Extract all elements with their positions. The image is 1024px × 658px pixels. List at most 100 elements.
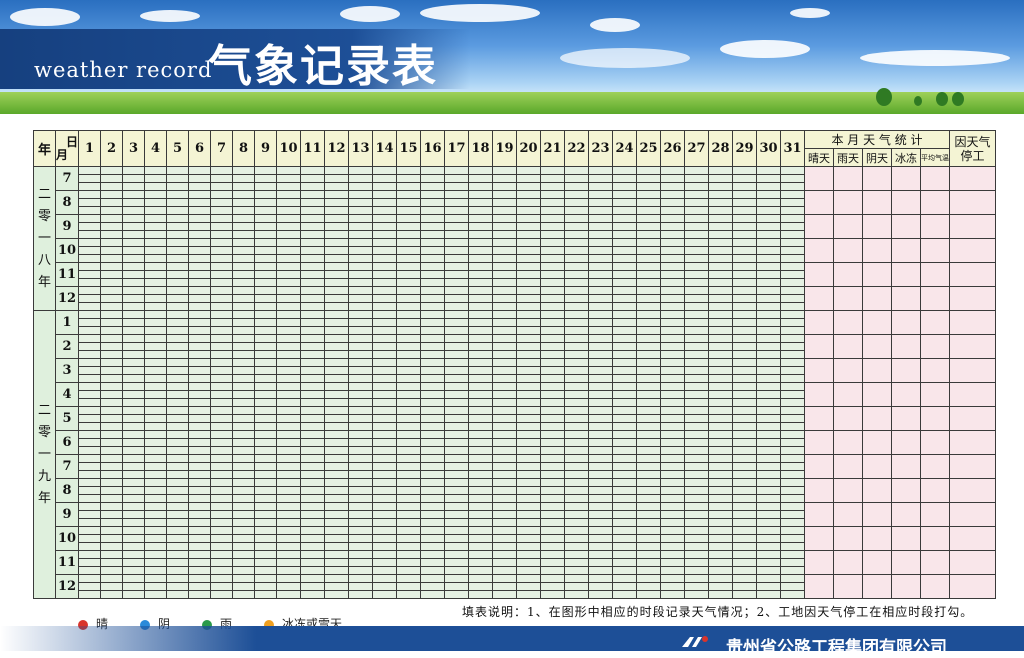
weather-slot-cell[interactable]	[78, 454, 101, 463]
weather-slot-cell[interactable]	[100, 534, 123, 543]
weather-slot-cell[interactable]	[492, 318, 517, 327]
weather-slot-cell[interactable]	[100, 430, 123, 439]
weather-slot-cell[interactable]	[516, 262, 541, 271]
weather-slot-cell[interactable]	[588, 286, 613, 295]
weather-slot-cell[interactable]	[444, 526, 469, 535]
weather-slot-cell[interactable]	[78, 494, 101, 503]
weather-slot-cell[interactable]	[144, 326, 167, 335]
weather-slot-cell[interactable]	[588, 462, 613, 471]
weather-slot-cell[interactable]	[276, 494, 301, 503]
weather-slot-cell[interactable]	[564, 238, 589, 247]
weather-slot-cell[interactable]	[210, 502, 233, 511]
weather-slot-cell[interactable]	[188, 214, 211, 223]
stats-value-cell[interactable]	[833, 190, 863, 215]
weather-slot-cell[interactable]	[708, 454, 733, 463]
weather-slot-cell[interactable]	[684, 310, 709, 319]
weather-slot-cell[interactable]	[166, 214, 189, 223]
weather-slot-cell[interactable]	[100, 206, 123, 215]
weather-slot-cell[interactable]	[444, 190, 469, 199]
weather-slot-cell[interactable]	[372, 462, 397, 471]
weather-slot-cell[interactable]	[468, 382, 493, 391]
weather-slot-cell[interactable]	[660, 550, 685, 559]
weather-slot-cell[interactable]	[708, 534, 733, 543]
weather-slot-cell[interactable]	[492, 358, 517, 367]
weather-slot-cell[interactable]	[166, 294, 189, 303]
weather-slot-cell[interactable]	[756, 486, 781, 495]
weather-slot-cell[interactable]	[756, 214, 781, 223]
weather-slot-cell[interactable]	[122, 590, 145, 599]
weather-slot-cell[interactable]	[188, 230, 211, 239]
weather-slot-cell[interactable]	[468, 262, 493, 271]
weather-slot-cell[interactable]	[612, 398, 637, 407]
weather-slot-cell[interactable]	[732, 582, 757, 591]
weather-slot-cell[interactable]	[232, 438, 255, 447]
weather-slot-cell[interactable]	[732, 422, 757, 431]
weather-slot-cell[interactable]	[348, 566, 373, 575]
weather-slot-cell[interactable]	[540, 534, 565, 543]
weather-slot-cell[interactable]	[756, 270, 781, 279]
weather-slot-cell[interactable]	[100, 278, 123, 287]
stats-value-cell[interactable]	[920, 262, 950, 287]
stop-work-cell[interactable]	[949, 502, 996, 527]
stats-value-cell[interactable]	[804, 526, 834, 551]
weather-slot-cell[interactable]	[300, 478, 325, 487]
weather-slot-cell[interactable]	[122, 494, 145, 503]
weather-slot-cell[interactable]	[732, 182, 757, 191]
weather-slot-cell[interactable]	[166, 430, 189, 439]
weather-slot-cell[interactable]	[756, 358, 781, 367]
weather-slot-cell[interactable]	[444, 350, 469, 359]
weather-slot-cell[interactable]	[100, 526, 123, 535]
weather-slot-cell[interactable]	[492, 222, 517, 231]
weather-slot-cell[interactable]	[324, 254, 349, 263]
weather-slot-cell[interactable]	[660, 342, 685, 351]
weather-slot-cell[interactable]	[166, 374, 189, 383]
weather-slot-cell[interactable]	[276, 510, 301, 519]
weather-slot-cell[interactable]	[232, 430, 255, 439]
weather-slot-cell[interactable]	[564, 438, 589, 447]
weather-slot-cell[interactable]	[612, 446, 637, 455]
stats-value-cell[interactable]	[920, 310, 950, 335]
weather-slot-cell[interactable]	[780, 510, 805, 519]
weather-slot-cell[interactable]	[372, 350, 397, 359]
weather-slot-cell[interactable]	[78, 318, 101, 327]
weather-slot-cell[interactable]	[276, 350, 301, 359]
weather-slot-cell[interactable]	[144, 534, 167, 543]
weather-slot-cell[interactable]	[732, 574, 757, 583]
weather-slot-cell[interactable]	[444, 262, 469, 271]
weather-slot-cell[interactable]	[210, 358, 233, 367]
weather-slot-cell[interactable]	[348, 246, 373, 255]
weather-slot-cell[interactable]	[232, 406, 255, 415]
weather-slot-cell[interactable]	[564, 510, 589, 519]
weather-slot-cell[interactable]	[166, 582, 189, 591]
weather-slot-cell[interactable]	[468, 526, 493, 535]
weather-slot-cell[interactable]	[300, 502, 325, 511]
weather-slot-cell[interactable]	[660, 294, 685, 303]
weather-slot-cell[interactable]	[492, 342, 517, 351]
weather-slot-cell[interactable]	[324, 582, 349, 591]
weather-slot-cell[interactable]	[232, 350, 255, 359]
weather-slot-cell[interactable]	[188, 438, 211, 447]
weather-slot-cell[interactable]	[166, 302, 189, 311]
weather-slot-cell[interactable]	[324, 318, 349, 327]
weather-slot-cell[interactable]	[780, 246, 805, 255]
weather-slot-cell[interactable]	[324, 262, 349, 271]
weather-slot-cell[interactable]	[100, 190, 123, 199]
stop-work-cell[interactable]	[949, 310, 996, 335]
weather-slot-cell[interactable]	[348, 558, 373, 567]
weather-slot-cell[interactable]	[210, 350, 233, 359]
weather-slot-cell[interactable]	[78, 398, 101, 407]
weather-slot-cell[interactable]	[684, 358, 709, 367]
weather-slot-cell[interactable]	[188, 470, 211, 479]
weather-slot-cell[interactable]	[468, 294, 493, 303]
weather-slot-cell[interactable]	[210, 398, 233, 407]
weather-slot-cell[interactable]	[636, 462, 661, 471]
weather-slot-cell[interactable]	[372, 190, 397, 199]
weather-slot-cell[interactable]	[324, 558, 349, 567]
weather-slot-cell[interactable]	[188, 350, 211, 359]
stats-value-cell[interactable]	[862, 478, 892, 503]
weather-slot-cell[interactable]	[100, 518, 123, 527]
weather-slot-cell[interactable]	[420, 550, 445, 559]
stats-value-cell[interactable]	[862, 310, 892, 335]
weather-slot-cell[interactable]	[188, 174, 211, 183]
weather-slot-cell[interactable]	[708, 526, 733, 535]
